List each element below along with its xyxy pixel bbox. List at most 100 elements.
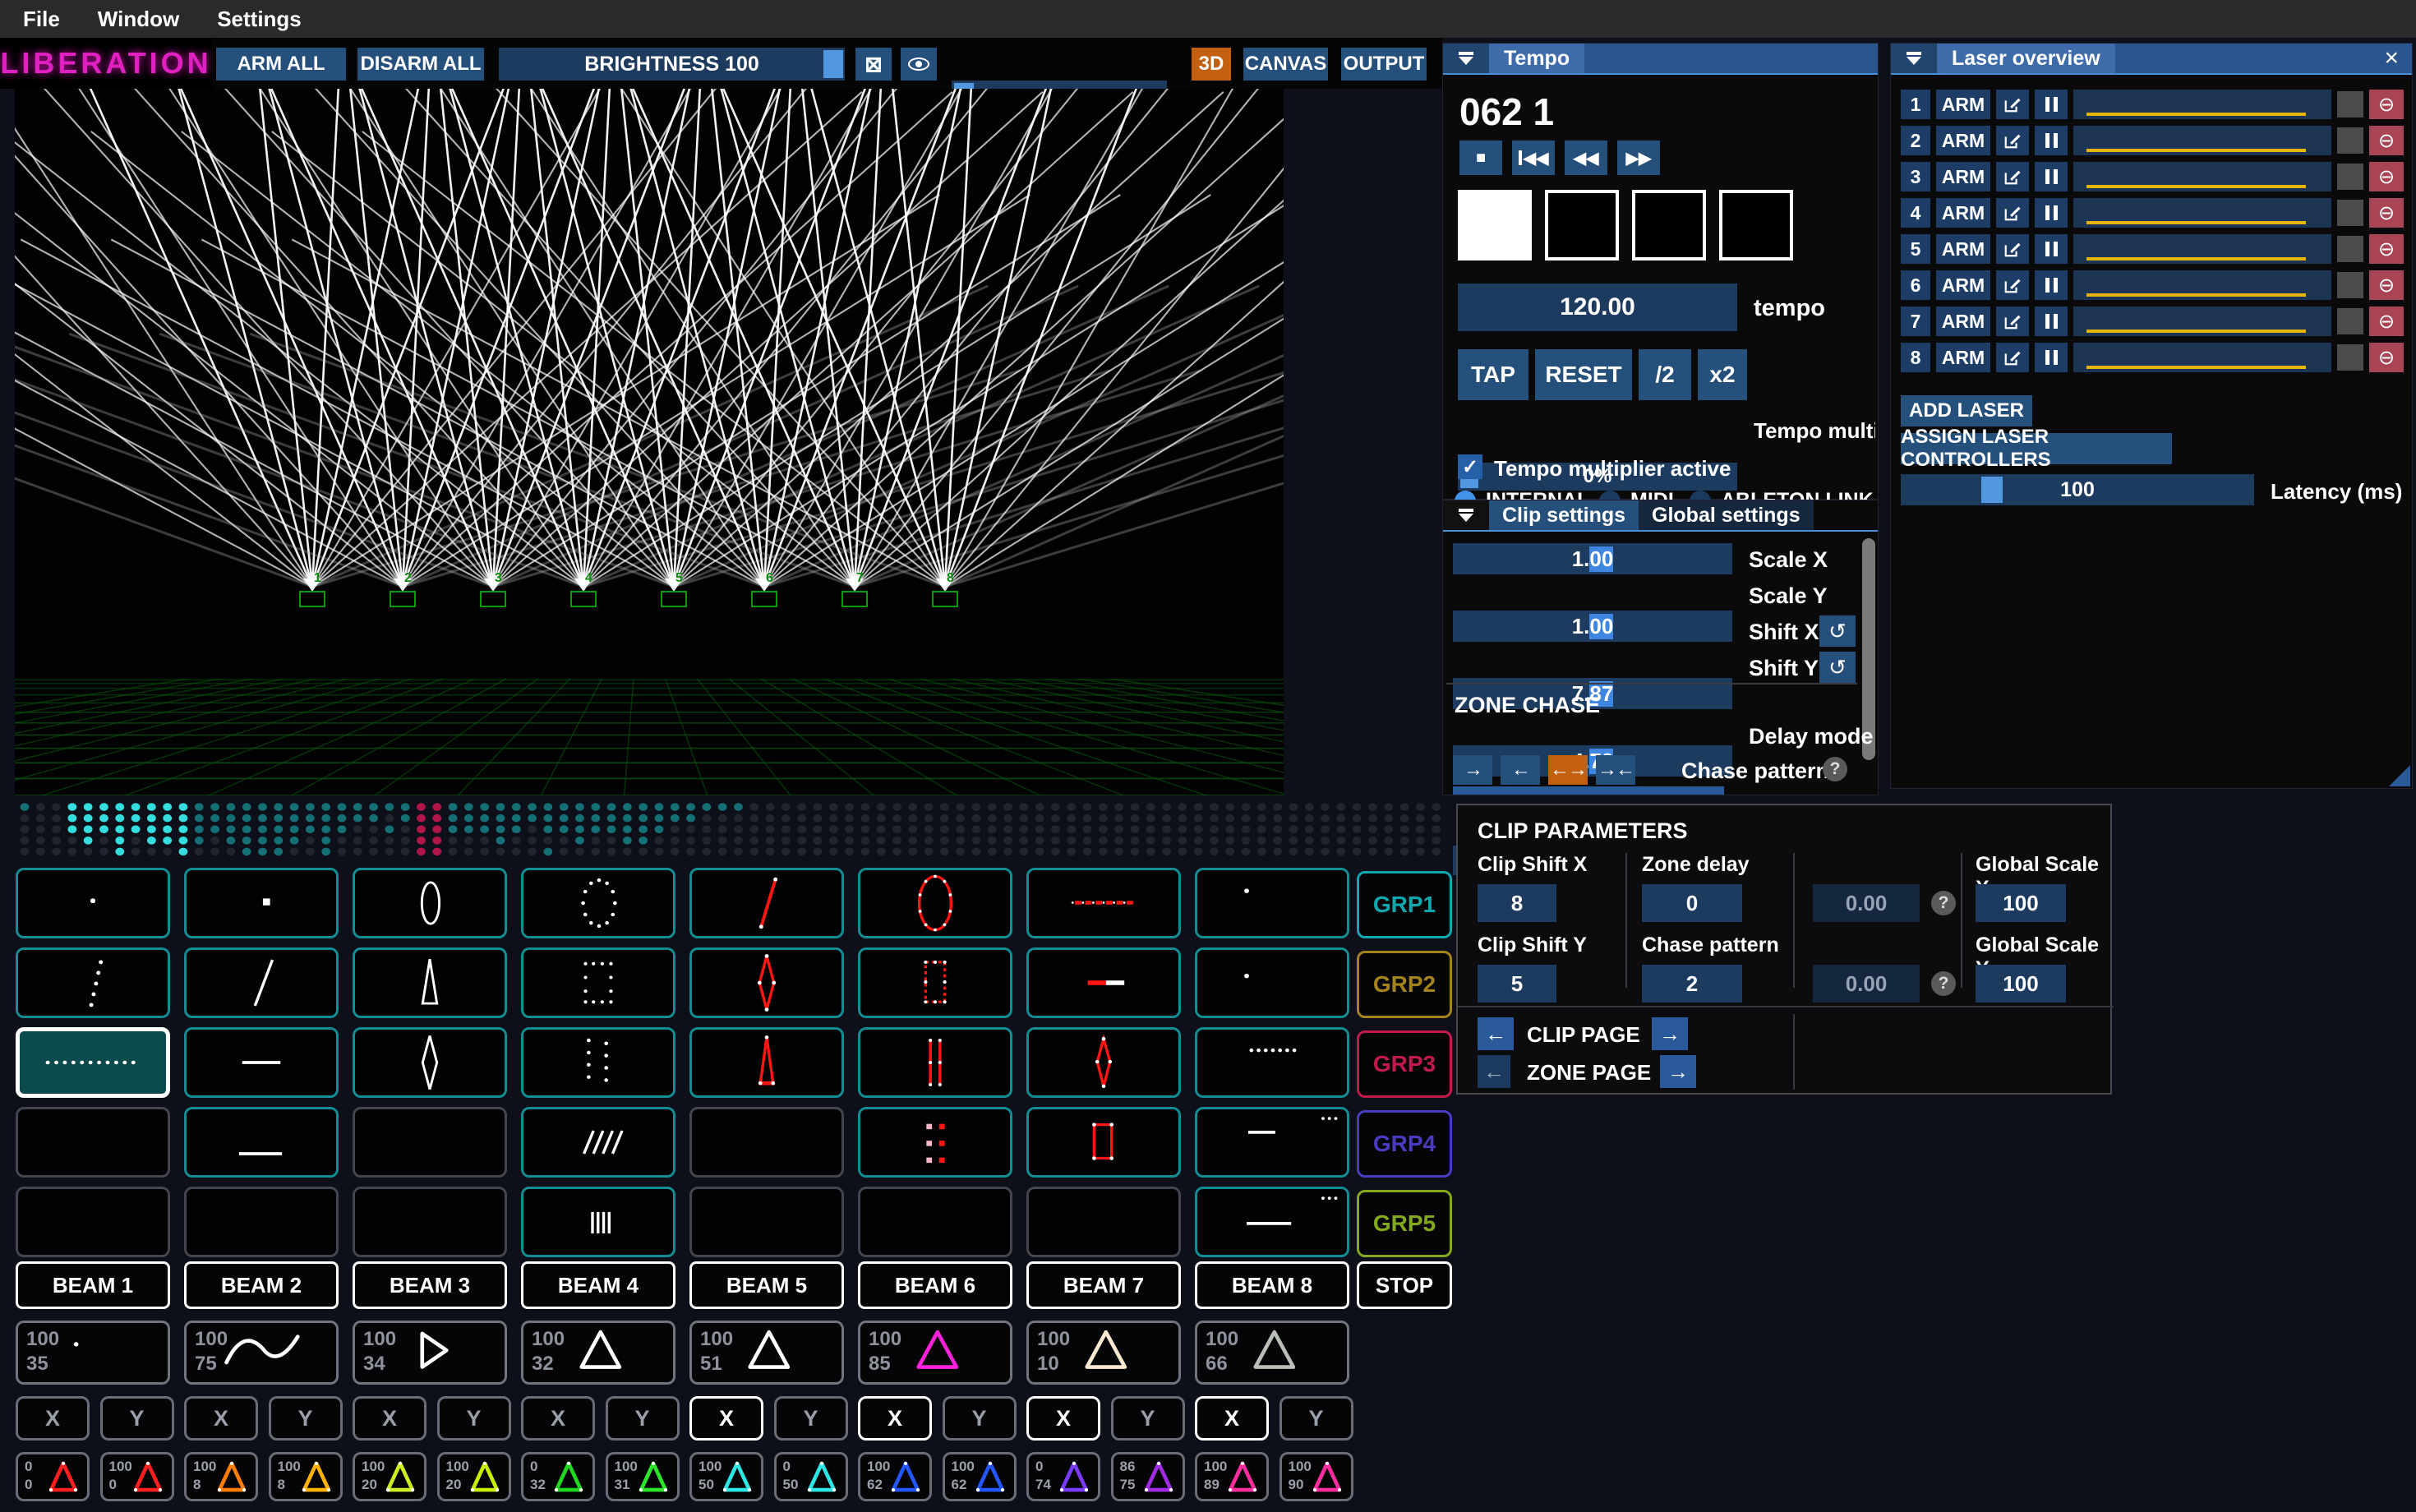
color-preset[interactable]: 050 — [774, 1452, 848, 1501]
color-preset[interactable]: 10031 — [606, 1452, 680, 1501]
chase-pattern-button[interactable]: ←→ — [1548, 755, 1588, 785]
axis-toggle-y[interactable]: Y — [1279, 1396, 1353, 1441]
laser-color-swatch[interactable] — [2337, 164, 2363, 190]
color-preset[interactable]: 074 — [1026, 1452, 1100, 1501]
global-scale-x-field[interactable]: 100 — [1976, 884, 2066, 922]
fader-cell[interactable]: 10066 — [1195, 1321, 1349, 1385]
clip-cell[interactable] — [16, 868, 170, 938]
group-button-grp2[interactable]: GRP2 — [1357, 951, 1452, 1018]
clip-cell[interactable] — [16, 947, 170, 1018]
arm-all-button[interactable]: ARM ALL — [216, 48, 346, 81]
latency-slider[interactable]: 100 — [1901, 474, 2254, 505]
menu-settings[interactable]: Settings — [217, 7, 302, 32]
axis-toggle-x[interactable]: X — [858, 1396, 932, 1441]
laser-edit-button[interactable] — [1996, 307, 2029, 336]
laser-overview-titlebar[interactable]: Laser overview × — [1891, 44, 2412, 75]
clip-cell[interactable] — [353, 1027, 507, 1098]
tap-button[interactable]: TAP — [1458, 349, 1528, 400]
axis-toggle-x[interactable]: X — [16, 1396, 90, 1441]
laser-number[interactable]: 3 — [1901, 162, 1930, 191]
output-button[interactable]: OUTPUT — [1341, 48, 1427, 81]
panel-collapse-icon[interactable] — [1443, 44, 1489, 73]
axis-toggle-x[interactable]: X — [689, 1396, 763, 1441]
aux-field-1[interactable]: 0.00 — [1813, 884, 1920, 922]
aux-field-2[interactable]: 0.00 — [1813, 965, 1920, 1003]
fader-cell[interactable]: 10085 — [858, 1321, 1012, 1385]
menu-window[interactable]: Window — [98, 7, 179, 32]
assign-laser-controllers-button[interactable]: ASSIGN LASER CONTROLLERS — [1901, 433, 2172, 464]
disarm-all-button[interactable]: DISARM ALL — [357, 48, 484, 81]
laser-disable-button[interactable]: ⊖ — [2369, 126, 2404, 155]
color-preset[interactable]: 1008 — [269, 1452, 343, 1501]
color-preset[interactable]: 10062 — [943, 1452, 1017, 1501]
skip-start-button[interactable]: ◀◀ — [1512, 141, 1555, 175]
axis-toggle-y[interactable]: Y — [100, 1396, 174, 1441]
latency-handle[interactable] — [1981, 477, 2003, 503]
canvas-button[interactable]: CANVAS — [1243, 48, 1328, 81]
clip-cell[interactable] — [858, 947, 1012, 1018]
close-icon[interactable]: × — [2371, 44, 2412, 73]
laser-arm-button[interactable]: ARM — [1936, 162, 1990, 191]
clip-cell[interactable] — [16, 1027, 170, 1098]
clip-shift-y-field[interactable]: 5 — [1478, 965, 1556, 1003]
fader-cell[interactable]: 10075 — [184, 1321, 339, 1385]
clip-cell[interactable] — [1195, 1027, 1349, 1098]
laser-disable-button[interactable]: ⊖ — [2369, 307, 2404, 336]
zone-page-next-button[interactable]: → — [1660, 1055, 1696, 1088]
brightness-slider[interactable]: BRIGHTNESS 100 — [499, 48, 845, 81]
clip-cell[interactable] — [858, 1187, 1012, 1257]
laser-edit-button[interactable] — [1996, 162, 2029, 191]
axis-toggle-x[interactable]: X — [1026, 1396, 1100, 1441]
laser-intensity-slider[interactable] — [2073, 307, 2331, 336]
clip-cell[interactable] — [1026, 1027, 1181, 1098]
group-button-grp1[interactable]: GRP1 — [1357, 871, 1452, 938]
color-preset[interactable]: 10062 — [858, 1452, 932, 1501]
beam-button-1[interactable]: BEAM 1 — [16, 1261, 170, 1309]
param-slider-scale-y[interactable]: 1.00 — [1453, 611, 1732, 642]
laser-pause-button[interactable] — [2035, 234, 2068, 264]
color-preset[interactable]: 00 — [16, 1452, 90, 1501]
laser-edit-button[interactable] — [1996, 90, 2029, 119]
axis-toggle-y[interactable]: Y — [943, 1396, 1017, 1441]
clip-cell[interactable] — [353, 1107, 507, 1178]
clip-cell[interactable] — [689, 947, 844, 1018]
clip-cell[interactable] — [184, 1107, 339, 1178]
axis-toggle-y[interactable]: Y — [269, 1396, 343, 1441]
clip-cell[interactable] — [689, 1107, 844, 1178]
clip-cell[interactable] — [689, 1187, 844, 1257]
tempo-titlebar[interactable]: Tempo — [1443, 44, 1878, 75]
laser-number[interactable]: 8 — [1901, 343, 1930, 372]
clip-cell[interactable] — [1195, 1187, 1349, 1257]
half-tempo-button[interactable]: /2 — [1639, 349, 1691, 400]
chase-pattern-button[interactable]: ← — [1501, 755, 1540, 785]
laser-number[interactable]: 5 — [1901, 234, 1930, 264]
beam-button-5[interactable]: BEAM 5 — [689, 1261, 844, 1309]
laser-edit-button[interactable] — [1996, 343, 2029, 372]
fader-cell[interactable]: 10034 — [353, 1321, 507, 1385]
clip-cell[interactable] — [353, 868, 507, 938]
clip-cell[interactable] — [184, 1027, 339, 1098]
clip-cell[interactable] — [184, 947, 339, 1018]
color-preset[interactable]: 032 — [521, 1452, 595, 1501]
panel-collapse-icon[interactable] — [1891, 44, 1937, 73]
color-preset[interactable]: 10020 — [437, 1452, 511, 1501]
axis-toggle-x[interactable]: X — [1195, 1396, 1269, 1441]
laser-number[interactable]: 4 — [1901, 198, 1930, 228]
laser-arm-button[interactable]: ARM — [1936, 90, 1990, 119]
laser-disable-button[interactable]: ⊖ — [2369, 270, 2404, 300]
laser-arm-button[interactable]: ARM — [1936, 343, 1990, 372]
laser-intensity-slider[interactable] — [2073, 126, 2331, 155]
clip-cell[interactable] — [521, 868, 675, 938]
tab-global-settings[interactable]: Global settings — [1639, 500, 1814, 530]
tempo-tab[interactable]: Tempo — [1489, 44, 1584, 73]
laser-color-swatch[interactable] — [2337, 127, 2363, 154]
laser-disable-button[interactable]: ⊖ — [2369, 198, 2404, 228]
clip-cell[interactable] — [521, 1187, 675, 1257]
laser-edit-button[interactable] — [1996, 126, 2029, 155]
fader-cell[interactable]: 10032 — [521, 1321, 675, 1385]
add-laser-button[interactable]: ADD LASER — [1901, 395, 2032, 426]
clip-cell[interactable] — [16, 1187, 170, 1257]
laser-arm-button[interactable]: ARM — [1936, 234, 1990, 264]
fader-cell[interactable]: 10051 — [689, 1321, 844, 1385]
zone-page-prev-button[interactable]: ← — [1478, 1055, 1510, 1088]
